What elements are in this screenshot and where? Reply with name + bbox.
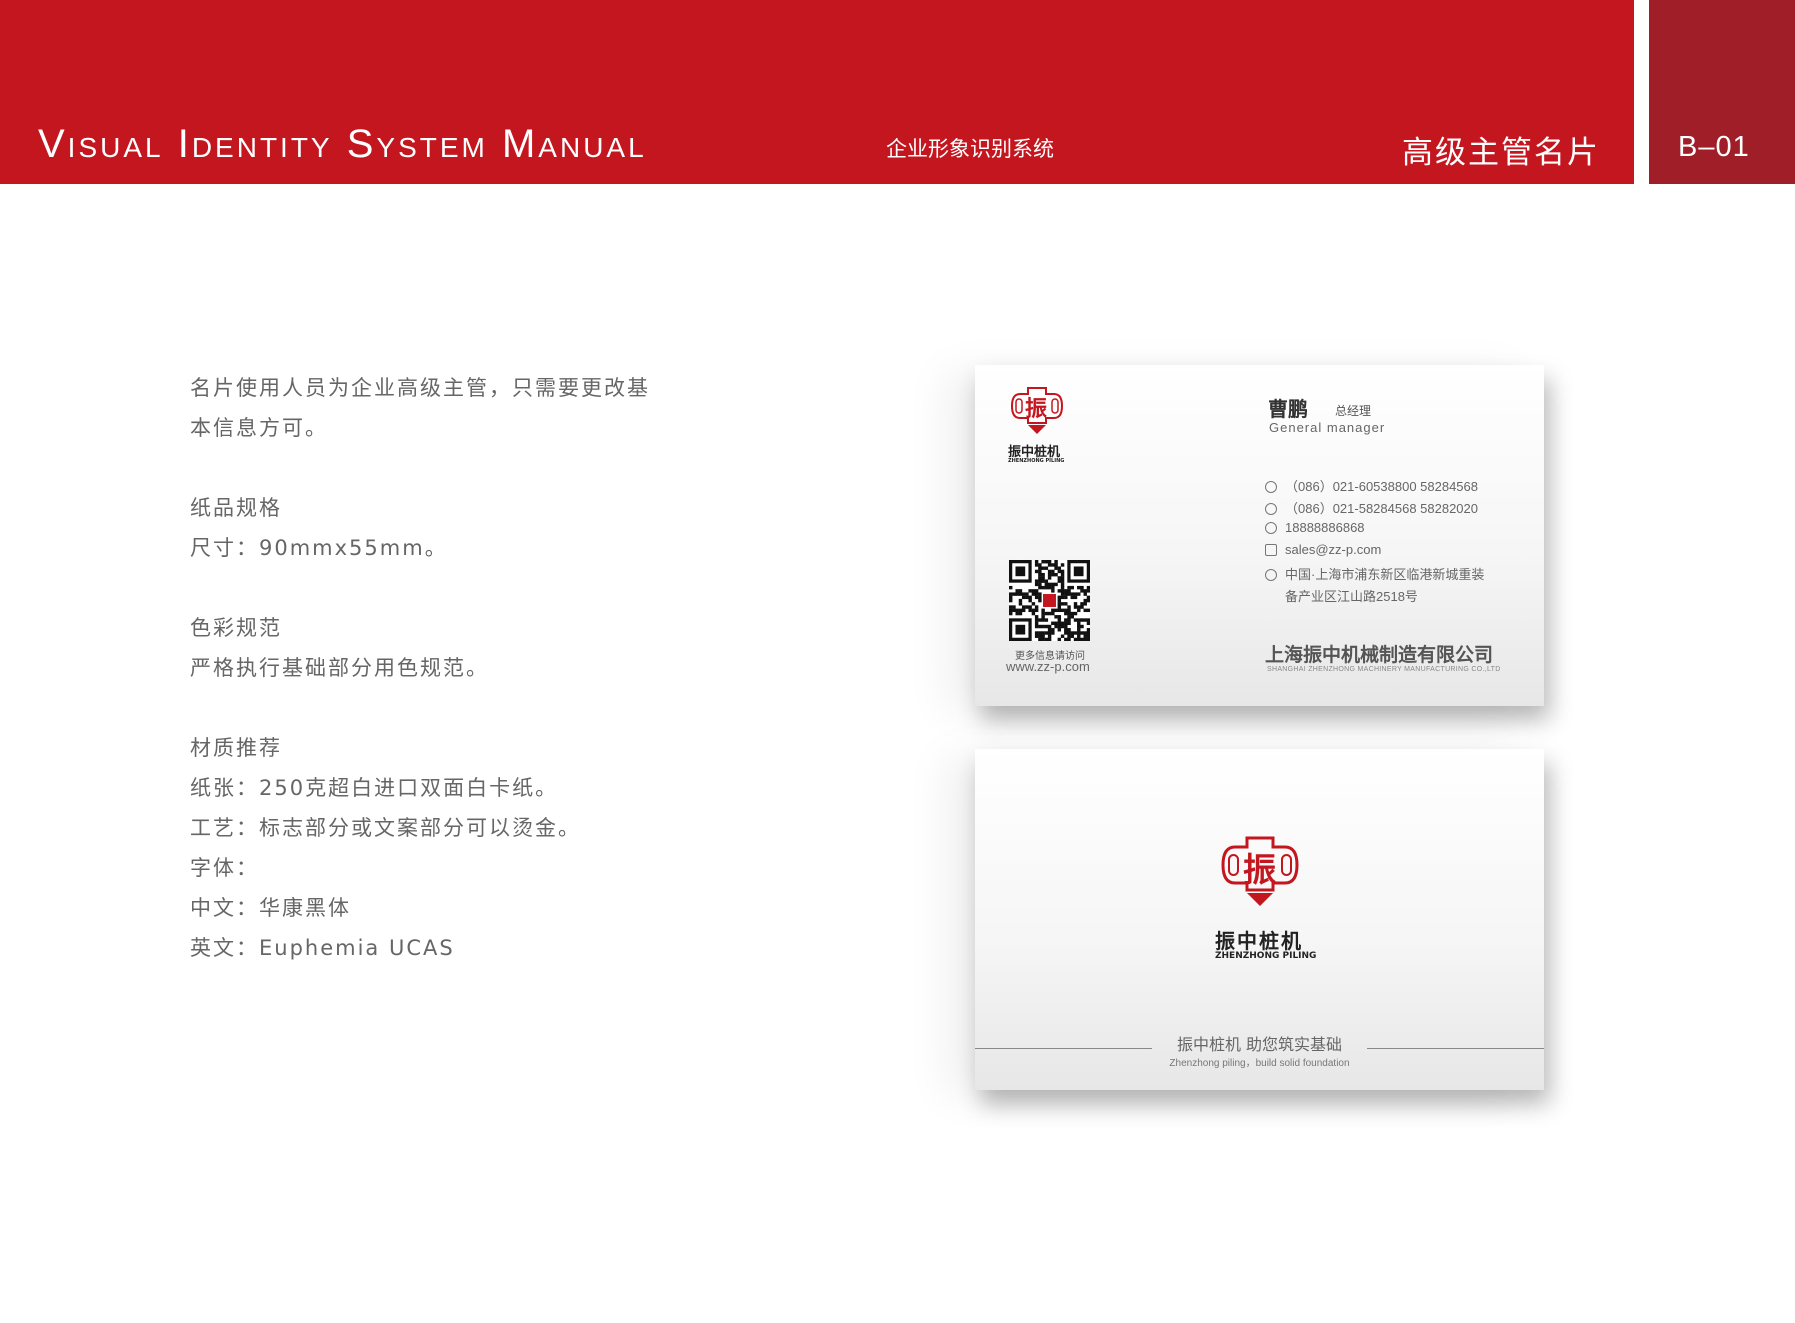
email-icon: [1265, 544, 1277, 556]
address-line-2: 备产业区江山路2518号: [1285, 589, 1418, 604]
logo-large-character: 振: [1243, 850, 1276, 889]
logo-character: 振: [1025, 397, 1048, 422]
intro-line-1: 名片使用人员为企业高级主管，只需要更改基: [190, 376, 650, 400]
email-text: sales@zz-p.com: [1285, 542, 1382, 557]
material-craft: 工艺：标志部分或文案部分可以烫金。: [190, 816, 581, 840]
qr-code: [1009, 560, 1091, 642]
color-spec-heading: 色彩规范: [190, 616, 282, 640]
paper-spec-heading: 纸品规格: [190, 496, 282, 520]
logo-large-text-cn: 振中桩机: [1215, 929, 1303, 953]
location-icon: [1265, 569, 1277, 581]
business-card-front: 振 振中桩机 ZHENZHONG PILING 曹鹏 总经理 General m…: [975, 365, 1544, 706]
header-bar: Visual Identity System Manual 企业形象识别系统 高…: [0, 0, 1634, 184]
mobile-text: 18888886868: [1285, 520, 1365, 535]
company-name: 上海振中机械制造有限公司: [1265, 644, 1494, 666]
contact-address: 中国·上海市浦东新区临港新城重装: [1265, 564, 1484, 583]
intro-line-2: 本信息方可。: [190, 416, 328, 440]
paper-size: 尺寸：90mmx55mm。: [190, 536, 448, 560]
phone-text: （086）021-60538800 58284568: [1285, 479, 1479, 494]
person-title-en: General manager: [1269, 420, 1386, 435]
page-code: B–01: [1678, 131, 1750, 163]
slogan: 振中桩机 助您筑实基础: [1176, 1035, 1343, 1054]
person-title: 总经理: [1335, 404, 1372, 418]
logo-large-text-en: ZHENZHONG PILING: [1215, 951, 1317, 961]
manual-title: Visual Identity System Manual: [38, 122, 647, 166]
fax-icon: [1265, 503, 1277, 515]
company-name-en: SHANGHAI ZHENZHONG MACHINERY MANUFACTURI…: [1267, 666, 1501, 673]
color-spec-rule: 严格执行基础部分用色规范。: [190, 656, 489, 680]
contact-fax: （086）021-58284568 58282020: [1265, 498, 1478, 517]
manual-subtitle: 企业形象识别系统: [886, 137, 1054, 161]
company-logo-icon: 振: [1008, 385, 1066, 437]
logo-text-en: ZHENZHONG PILING: [1008, 458, 1065, 464]
phone-icon: [1265, 481, 1277, 493]
fax-text: （086）021-58284568 58282020: [1285, 501, 1479, 516]
contact-email: sales@zz-p.com: [1265, 542, 1381, 557]
section-title: 高级主管名片: [1402, 135, 1600, 171]
address-line-1: 中国·上海市浦东新区临港新城重装: [1285, 567, 1485, 582]
page-code-panel: B–01: [1649, 0, 1795, 184]
font-heading: 字体：: [190, 856, 259, 880]
website-url: www.zz-p.com: [1006, 659, 1090, 674]
material-heading: 材质推荐: [190, 736, 282, 760]
contact-mobile: 18888886868: [1265, 520, 1365, 535]
font-english: 英文：Euphemia UCAS: [190, 936, 455, 960]
slogan-en: Zhenzhong piling，build solid foundation: [1169, 1058, 1350, 1069]
material-paper: 纸张：250克超白进口双面白卡纸。: [190, 776, 559, 800]
person-name: 曹鹏: [1268, 397, 1308, 421]
business-card-back: 振 振中桩机 ZHENZHONG PILING 振中桩机 助您筑实基础 Zhen…: [975, 749, 1544, 1090]
contact-phone: （086）021-60538800 58284568: [1265, 476, 1478, 495]
company-logo-large-icon: 振: [1217, 834, 1303, 910]
font-chinese: 中文：华康黑体: [190, 896, 351, 920]
mobile-icon: [1265, 522, 1277, 534]
